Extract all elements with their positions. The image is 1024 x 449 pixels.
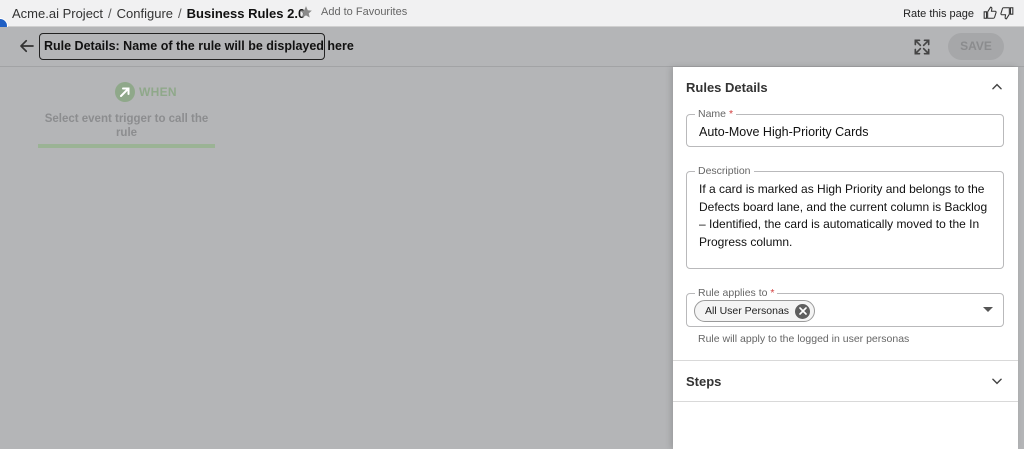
persona-chip: All User Personas xyxy=(694,300,816,322)
breadcrumb-configure-link[interactable]: Configure xyxy=(117,6,173,21)
applies-helper-text: Rule will apply to the logged in user pe… xyxy=(698,333,910,345)
when-label: WHEN xyxy=(139,85,177,99)
divider xyxy=(673,401,1018,402)
description-field[interactable]: Description If a card is marked as High … xyxy=(686,165,1004,269)
applies-label: Rule applies to * xyxy=(695,287,778,299)
chevron-up-icon[interactable] xyxy=(990,80,1004,94)
thumbs-down-icon[interactable] xyxy=(1000,6,1014,20)
expand-icon[interactable] xyxy=(912,37,932,57)
description-value: If a card is marked as High Priority and… xyxy=(699,182,988,249)
rules-details-panel: Rules Details Name * Auto-Move High-Prio… xyxy=(673,67,1018,449)
arrow-left-icon[interactable] xyxy=(18,37,36,55)
breadcrumb-separator: / xyxy=(108,6,112,21)
when-icon xyxy=(115,82,135,102)
required-mark: * xyxy=(770,287,775,299)
save-button[interactable]: SAVE xyxy=(948,33,1004,60)
rules-details-title: Rules Details xyxy=(686,80,768,95)
thumbs-up-icon[interactable] xyxy=(983,6,997,20)
chevron-down-icon[interactable] xyxy=(983,307,993,312)
divider xyxy=(673,360,1018,361)
description-label: Description xyxy=(695,165,754,177)
favourites-label: Add to Favourites xyxy=(321,6,408,18)
breadcrumb-current: Business Rules 2.0 xyxy=(186,6,306,21)
rate-page-label: Rate this page xyxy=(903,8,974,20)
event-trigger-card[interactable]: Select event trigger to call the rule xyxy=(38,108,215,148)
star-icon xyxy=(300,6,312,18)
rule-title[interactable]: Rule Details: Name of the rule will be d… xyxy=(39,33,354,60)
name-label-text: Name xyxy=(698,108,727,120)
breadcrumb: Acme.ai Project / Configure / Business Rules… xyxy=(12,6,305,21)
required-mark: * xyxy=(728,108,734,120)
breadcrumb-separator: / xyxy=(178,6,182,21)
top-bar: Acme.ai Project / Configure / Business Rules… xyxy=(0,0,1024,27)
rating-buttons xyxy=(983,6,1014,20)
applies-label-text: Rule applies to xyxy=(698,287,768,299)
steps-title[interactable]: Steps xyxy=(686,374,721,389)
close-icon[interactable] xyxy=(795,303,811,319)
breadcrumb-project-link[interactable]: Acme.ai Project xyxy=(12,6,103,21)
rule-applies-to-select[interactable]: Rule applies to * All User Personas xyxy=(686,287,1004,327)
chevron-down-icon[interactable] xyxy=(990,374,1004,388)
name-value: Auto-Move High-Priority Cards xyxy=(699,125,869,139)
name-field[interactable]: Name * Auto-Move High-Priority Cards xyxy=(686,108,1004,147)
name-label: Name * xyxy=(695,108,737,120)
chip-label: All User Personas xyxy=(705,305,790,317)
trigger-card-accent xyxy=(38,144,215,148)
rule-header: Rule Details: Name of the rule will be d… xyxy=(0,27,1024,67)
add-to-favourites-button[interactable]: Add to Favourites xyxy=(299,5,407,19)
